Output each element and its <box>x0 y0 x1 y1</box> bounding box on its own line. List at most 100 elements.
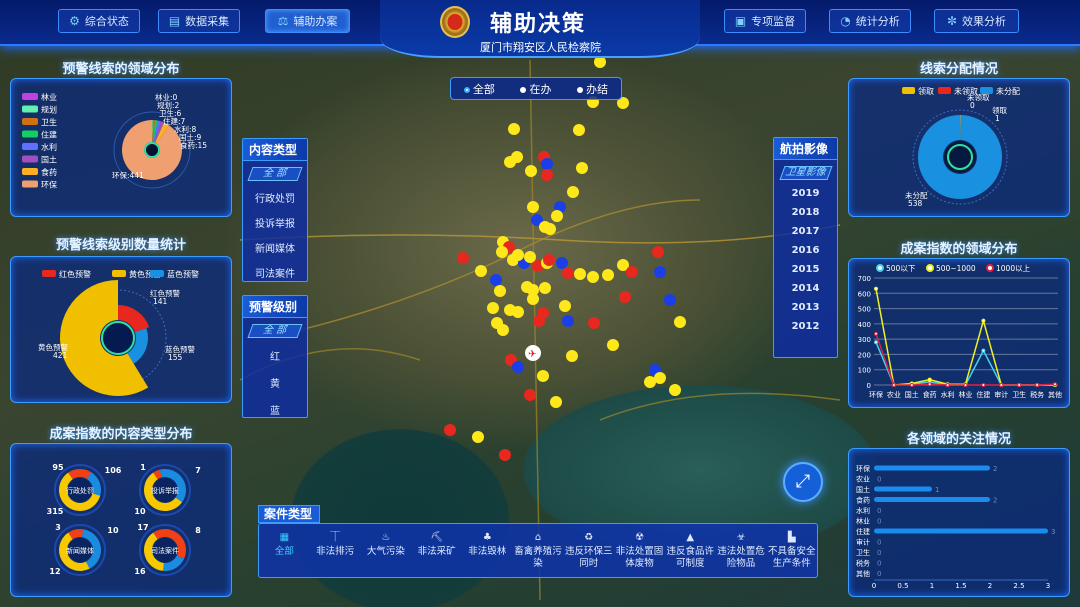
case-marker[interactable] <box>544 223 556 235</box>
case-marker[interactable] <box>524 389 536 401</box>
content-type-all[interactable]: 全 部 <box>247 167 303 181</box>
case-marker[interactable] <box>512 306 524 318</box>
case-marker[interactable] <box>619 291 631 303</box>
case-marker[interactable] <box>607 339 619 351</box>
case-marker[interactable] <box>475 265 487 277</box>
case-marker[interactable] <box>573 124 585 136</box>
case-type-label: 非法处置固体废物 <box>615 546 664 569</box>
case-marker[interactable] <box>626 266 638 278</box>
case-type-item[interactable]: ▙ 不具备安全生产条件 <box>766 532 817 570</box>
panel-title-trend: 成案指数的领域分布 <box>900 242 1018 257</box>
case-marker[interactable] <box>499 449 511 461</box>
case-marker[interactable] <box>562 315 574 327</box>
case-type-item[interactable]: ♻ 违反环保三同时 <box>563 532 614 570</box>
warning-level-panel: 预警级别 全 部 红 黄 蓝 <box>242 295 308 418</box>
aerial-year[interactable]: 2014 <box>774 279 837 298</box>
case-marker[interactable] <box>496 246 508 258</box>
content-type-item[interactable]: 新闻媒体 <box>243 235 307 260</box>
case-type-label: 非法采矿 <box>417 546 456 557</box>
case-marker[interactable] <box>562 267 574 279</box>
case-marker[interactable] <box>541 158 553 170</box>
case-marker[interactable] <box>524 251 536 263</box>
nav-2[interactable]: ⚖ 辅助办案 <box>265 9 350 33</box>
case-marker[interactable] <box>566 350 578 362</box>
aerial-year[interactable]: 2016 <box>774 241 837 260</box>
nav-1[interactable]: ▤ 数据采集 <box>158 9 240 33</box>
case-marker[interactable] <box>512 249 524 261</box>
case-type-item[interactable]: ⌂ 畜禽养殖污染 <box>513 532 564 570</box>
case-marker[interactable] <box>576 162 588 174</box>
case-marker[interactable] <box>567 186 579 198</box>
warning-level-red[interactable]: 红 <box>243 342 307 369</box>
case-marker[interactable] <box>533 315 545 327</box>
tree-icon: ♣ <box>482 532 492 543</box>
filter-all[interactable]: 全部 <box>463 81 495 97</box>
nav-right-0[interactable]: ▣ 专项监督 <box>724 9 806 33</box>
case-type-item[interactable]: ⛏ 非法采矿 <box>411 532 462 558</box>
case-marker[interactable] <box>543 254 555 266</box>
case-marker[interactable] <box>539 282 551 294</box>
case-marker[interactable] <box>497 324 509 336</box>
nav-label: 专项监督 <box>751 15 796 28</box>
filter-label: 办结 <box>586 82 609 96</box>
satellite-imagery-option[interactable]: 卫星影像 <box>778 166 833 180</box>
case-marker[interactable] <box>487 302 499 314</box>
content-type-item[interactable]: 行政处罚 <box>243 185 307 210</box>
case-marker[interactable] <box>551 210 563 222</box>
aerial-year[interactable]: 2018 <box>774 203 837 222</box>
case-marker[interactable] <box>525 165 537 177</box>
case-marker[interactable] <box>444 424 456 436</box>
case-type-item[interactable]: ☢ 非法处置固体废物 <box>614 532 665 570</box>
case-marker[interactable] <box>472 431 484 443</box>
warning-level-blue[interactable]: 蓝 <box>243 396 307 423</box>
case-marker[interactable] <box>654 372 666 384</box>
case-type-item[interactable]: ♣ 非法毁林 <box>462 532 513 558</box>
filter-closed[interactable]: 办结 <box>577 81 608 97</box>
case-marker[interactable] <box>537 370 549 382</box>
case-marker[interactable] <box>490 274 502 286</box>
case-marker[interactable] <box>664 294 676 306</box>
nav-0[interactable]: ⚙ 综合状态 <box>58 9 140 33</box>
case-marker[interactable] <box>457 252 469 264</box>
case-marker[interactable] <box>512 361 524 373</box>
warning-level-yellow[interactable]: 黄 <box>243 369 307 396</box>
case-marker[interactable] <box>494 285 506 297</box>
case-marker[interactable] <box>550 396 562 408</box>
case-type-item[interactable]: ▲ 违反食品许可制度 <box>665 532 716 570</box>
case-marker[interactable] <box>559 300 571 312</box>
case-marker[interactable] <box>652 246 664 258</box>
filter-in-progress[interactable]: 在办 <box>520 81 551 97</box>
gavel-icon: ⚖ <box>277 14 289 28</box>
nav-right-2[interactable]: ✼ 效果分析 <box>934 9 1019 33</box>
nav-label: 数据采集 <box>185 15 230 28</box>
aerial-year[interactable]: 2012 <box>774 317 837 336</box>
fullscreen-button[interactable]: ⤢ <box>783 462 823 502</box>
case-marker[interactable] <box>527 201 539 213</box>
case-marker[interactable] <box>574 268 586 280</box>
case-marker[interactable] <box>588 317 600 329</box>
food-icon: ▲ <box>686 532 695 543</box>
case-marker[interactable] <box>674 316 686 328</box>
aerial-year[interactable]: 2013 <box>774 298 837 317</box>
case-type-item[interactable]: ▦ 全部 <box>259 532 310 558</box>
case-marker[interactable] <box>504 156 516 168</box>
case-marker[interactable] <box>669 384 681 396</box>
road <box>599 392 841 421</box>
warning-level-all[interactable]: 全 部 <box>247 324 303 338</box>
content-type-item[interactable]: 司法案件 <box>243 260 307 285</box>
case-marker[interactable] <box>527 293 539 305</box>
nav-right-1[interactable]: ◔ 统计分析 <box>829 9 911 33</box>
case-marker[interactable] <box>654 266 666 278</box>
aerial-year[interactable]: 2015 <box>774 260 837 279</box>
case-marker[interactable] <box>556 257 568 269</box>
case-marker[interactable] <box>587 271 599 283</box>
aerial-year[interactable]: 2019 <box>774 184 837 203</box>
case-marker[interactable] <box>602 269 614 281</box>
case-type-item[interactable]: ♨ 大气污染 <box>360 532 411 558</box>
case-marker[interactable] <box>508 123 520 135</box>
case-type-item[interactable]: ☣ 违法处置危险物品 <box>716 532 767 570</box>
content-type-item[interactable]: 投诉举报 <box>243 210 307 235</box>
aerial-year[interactable]: 2017 <box>774 222 837 241</box>
case-type-item[interactable]: ⏉ 非法排污 <box>310 532 361 558</box>
case-marker[interactable] <box>541 169 553 181</box>
